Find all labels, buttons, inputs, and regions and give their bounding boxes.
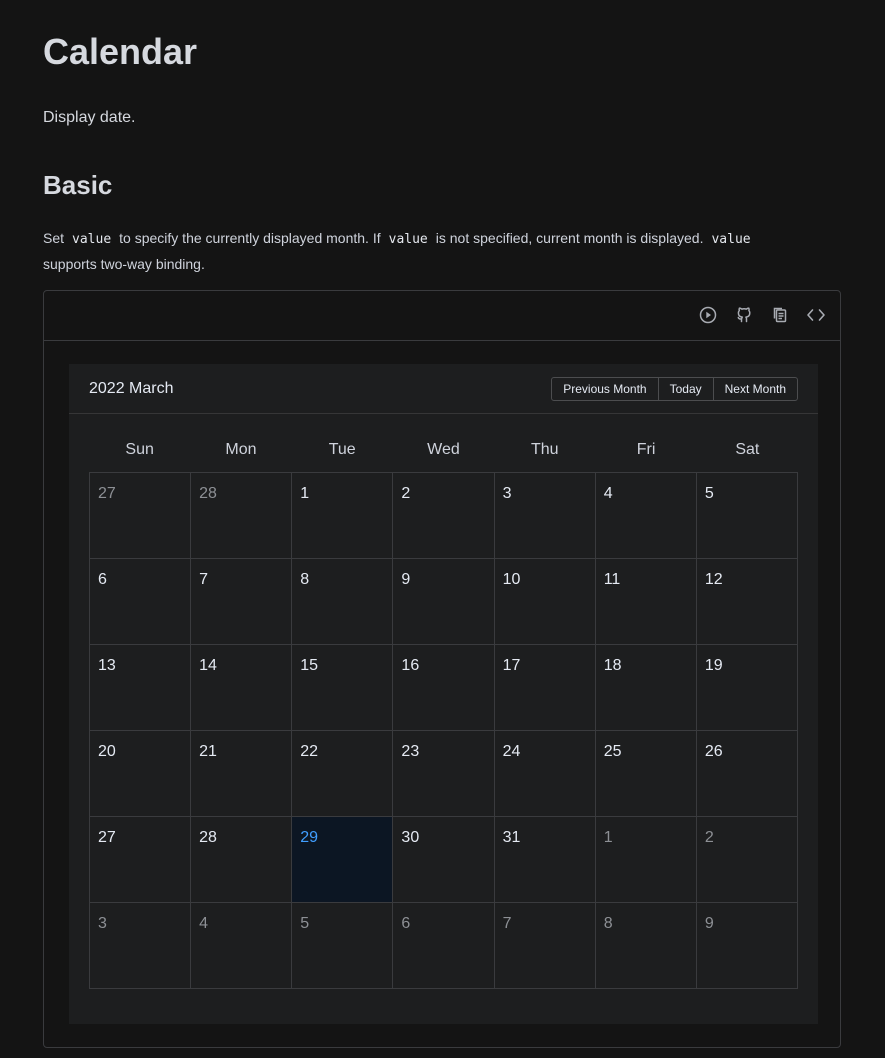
day-cell[interactable]: 26 <box>696 731 798 817</box>
desc-text: Set <box>43 230 65 246</box>
day-cell[interactable]: 4 <box>595 473 697 559</box>
page-title: Calendar <box>43 31 198 72</box>
calendar-header: 2022 March Previous Month Today Next Mon… <box>69 364 818 414</box>
calendar-grid: 27 28 1 2 3 4 5 6 7 8 9 10 11 12 13 14 15 16 17 18 19 20 21 22 2… <box>89 472 798 989</box>
day-cell[interactable]: 30 <box>393 817 495 903</box>
day-cell[interactable]: 23 <box>393 731 495 817</box>
day-cell[interactable]: 16 <box>393 645 495 731</box>
day-cell[interactable]: 24 <box>494 731 596 817</box>
day-cell[interactable]: 27 <box>90 473 192 559</box>
weekday-mon: Mon <box>225 441 257 458</box>
inline-code: value <box>711 232 751 247</box>
demo-block: 2022 March Previous Month Today Next Mon… <box>43 290 841 1048</box>
day-cell[interactable]: 28 <box>191 473 293 559</box>
weekday-wed: Wed <box>427 441 460 458</box>
day-cell[interactable]: 6 <box>393 903 495 989</box>
day-cell[interactable]: 17 <box>494 645 596 731</box>
demo-toolbar <box>44 291 840 341</box>
calendar-title: 2022 March <box>89 380 174 397</box>
day-cell[interactable]: 12 <box>696 559 798 645</box>
day-cell[interactable]: 22 <box>292 731 394 817</box>
code-icon[interactable] <box>806 305 826 325</box>
weekday-fri: Fri <box>636 441 656 458</box>
day-cell[interactable]: 9 <box>393 559 495 645</box>
calendar-button-group: Previous Month Today Next Month <box>551 377 798 401</box>
desc-text: supports two-way binding. <box>43 256 205 272</box>
desc-text: is not specified, current month is displ… <box>435 230 704 246</box>
section-description: Set value to specify the currently display… <box>43 226 833 276</box>
page-description: Display date. <box>43 109 136 126</box>
day-cell[interactable]: 28 <box>191 817 293 903</box>
calendar: 2022 March Previous Month Today Next Mon… <box>69 364 818 1024</box>
day-cell[interactable]: 7 <box>494 903 596 989</box>
day-cell[interactable]: 27 <box>90 817 192 903</box>
day-cell[interactable]: 7 <box>191 559 293 645</box>
day-cell[interactable]: 5 <box>696 473 798 559</box>
day-cell[interactable]: 25 <box>595 731 697 817</box>
github-icon[interactable] <box>734 305 754 325</box>
day-cell[interactable]: 13 <box>90 645 192 731</box>
day-cell[interactable]: 3 <box>90 903 192 989</box>
day-cell[interactable]: 8 <box>595 903 697 989</box>
day-cell[interactable]: 9 <box>696 903 798 989</box>
copy-icon[interactable] <box>770 305 790 325</box>
day-cell[interactable]: 11 <box>595 559 697 645</box>
desc-text: to specify the currently displayed month… <box>119 230 381 246</box>
section-title: Basic <box>43 170 113 200</box>
play-circle-icon[interactable] <box>698 305 718 325</box>
weekday-sun: Sun <box>125 441 154 458</box>
previous-month-button[interactable]: Previous Month <box>552 378 658 400</box>
day-cell[interactable]: 2 <box>393 473 495 559</box>
day-cell[interactable]: 14 <box>191 645 293 731</box>
day-cell-selected[interactable]: 29 <box>292 817 394 903</box>
day-cell[interactable]: 2 <box>696 817 798 903</box>
weekday-tue: Tue <box>328 441 356 458</box>
inline-code: value <box>72 232 112 247</box>
day-cell[interactable]: 19 <box>696 645 798 731</box>
weekday-sat: Sat <box>735 441 760 458</box>
day-cell[interactable]: 1 <box>292 473 394 559</box>
day-cell[interactable]: 21 <box>191 731 293 817</box>
day-cell[interactable]: 18 <box>595 645 697 731</box>
day-cell[interactable]: 4 <box>191 903 293 989</box>
next-month-button[interactable]: Next Month <box>712 378 797 400</box>
weekday-header-row: Sun Mon Tue Wed Thu Fri Sat <box>89 440 798 460</box>
day-cell[interactable]: 6 <box>90 559 192 645</box>
inline-code: value <box>388 232 428 247</box>
day-cell[interactable]: 31 <box>494 817 596 903</box>
day-cell[interactable]: 8 <box>292 559 394 645</box>
day-cell[interactable]: 15 <box>292 645 394 731</box>
day-cell[interactable]: 10 <box>494 559 596 645</box>
day-cell[interactable]: 5 <box>292 903 394 989</box>
day-cell[interactable]: 1 <box>595 817 697 903</box>
today-button[interactable]: Today <box>657 378 713 400</box>
weekday-thu: Thu <box>530 441 559 458</box>
day-cell[interactable]: 20 <box>90 731 192 817</box>
day-cell[interactable]: 3 <box>494 473 596 559</box>
